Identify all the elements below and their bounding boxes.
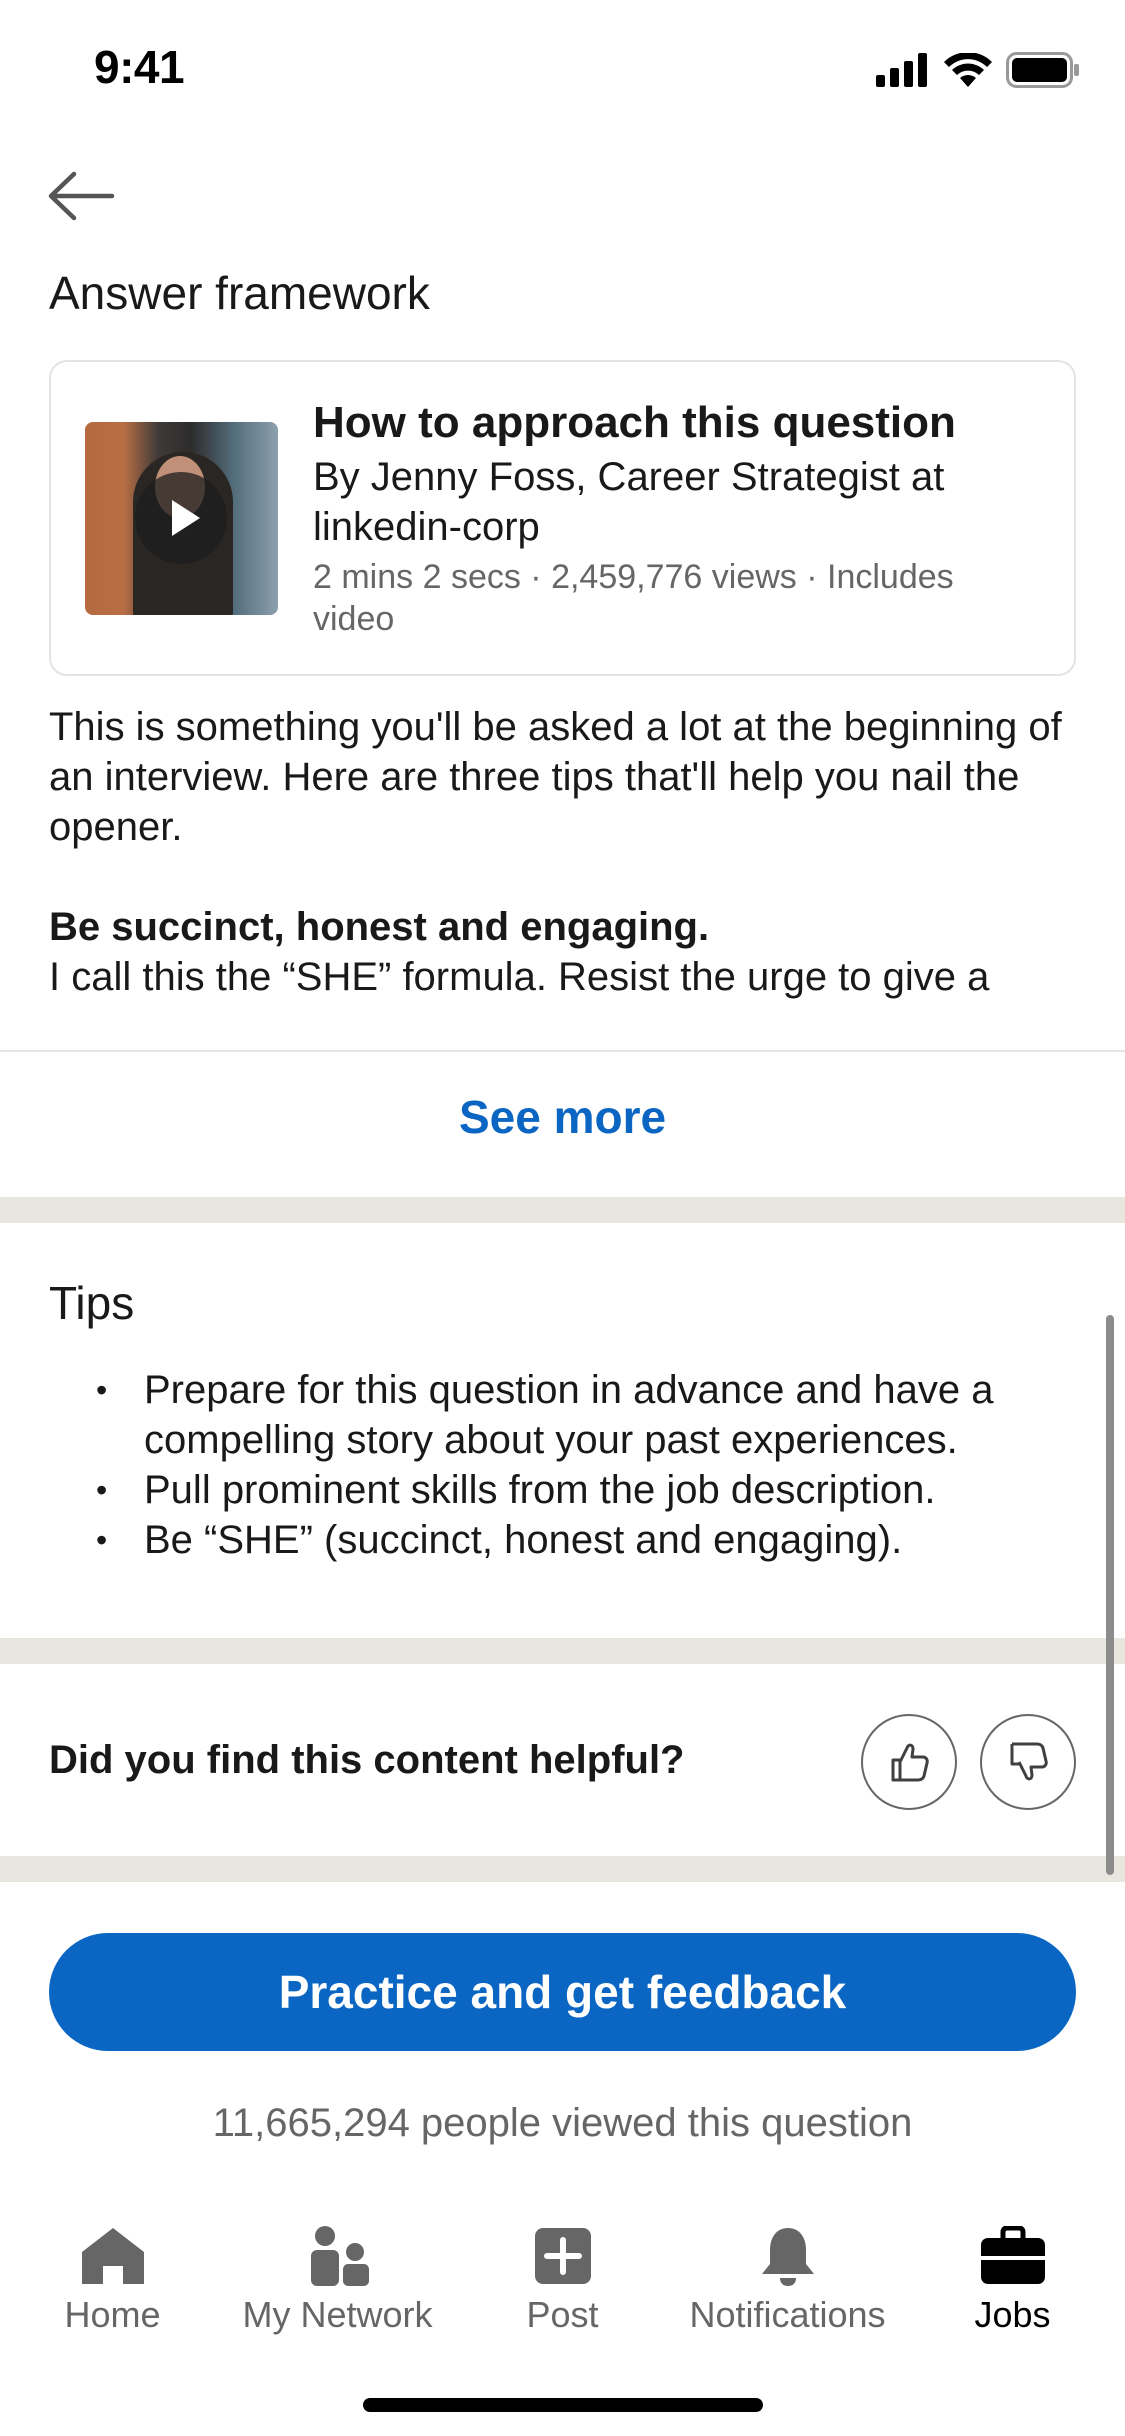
description-truncated: I call this the “SHE” formula. Resist th…	[49, 955, 990, 999]
thumbs-up-button[interactable]	[861, 1714, 957, 1810]
battery-icon	[1006, 52, 1079, 88]
tip-item: Pull prominent skills from the job descr…	[96, 1465, 1096, 1515]
post-icon	[523, 2216, 603, 2296]
wifi-icon	[944, 53, 992, 87]
scrollbar[interactable]	[1106, 1315, 1114, 1875]
video-thumbnail[interactable]	[85, 422, 278, 615]
thumbs-down-icon	[1010, 1742, 1048, 1781]
nav-label: Post	[526, 2294, 599, 2335]
status-icons	[876, 52, 1080, 88]
nav-my-network[interactable]: My Network	[225, 2196, 450, 2346]
tips-title: Tips	[49, 1277, 135, 1329]
nav-label: Home	[64, 2294, 161, 2335]
description-intro: This is something you'll be asked a lot …	[49, 705, 1062, 849]
nav-label: Notifications	[689, 2294, 886, 2335]
nav-jobs[interactable]: Jobs	[900, 2196, 1125, 2346]
tip-item: Be “SHE” (succinct, honest and engaging)…	[96, 1515, 1096, 1565]
status-bar: 9:41	[0, 0, 1125, 140]
status-time: 9:41	[94, 41, 185, 93]
my-network-icon	[298, 2216, 378, 2296]
arrow-left-icon	[48, 171, 115, 221]
helpful-question: Did you find this content helpful?	[49, 1738, 685, 1782]
bell-icon	[748, 2216, 828, 2296]
divider	[0, 1050, 1125, 1052]
tip-item: Prepare for this question in advance and…	[96, 1365, 1096, 1465]
thumbs-down-button[interactable]	[980, 1714, 1076, 1810]
view-count: 11,665,294 people viewed this question	[212, 2101, 913, 2145]
nav-notifications[interactable]: Notifications	[675, 2196, 900, 2346]
home-indicator	[363, 2398, 763, 2412]
briefcase-icon	[973, 2216, 1053, 2296]
tips-list: Prepare for this question in advance and…	[96, 1365, 1096, 1565]
see-more-link[interactable]: See more	[0, 1090, 1125, 1144]
play-icon[interactable]	[135, 472, 227, 564]
back-button[interactable]	[46, 166, 118, 226]
video-author: By Jenny Foss, Career Strategist at link…	[313, 455, 945, 549]
nav-post[interactable]: Post	[450, 2196, 675, 2346]
nav-label: My Network	[242, 2294, 433, 2335]
section-title: Answer framework	[49, 267, 430, 319]
section-separator	[0, 1638, 1125, 1664]
practice-button[interactable]: Practice and get feedback	[49, 1933, 1076, 2051]
nav-label: Jobs	[974, 2294, 1051, 2335]
section-separator	[0, 1197, 1125, 1223]
home-icon	[73, 2216, 153, 2296]
video-card[interactable]: How to approach this question By Jenny F…	[49, 360, 1076, 676]
cellular-signal-icon	[876, 53, 927, 87]
thumbs-up-icon	[891, 1743, 929, 1782]
video-title: How to approach this question	[313, 398, 956, 447]
video-meta: 2 mins 2 secs · 2,459,776 views · Includ…	[313, 558, 954, 638]
description-heading: Be succinct, honest and engaging.	[49, 905, 710, 949]
nav-home[interactable]: Home	[0, 2196, 225, 2346]
section-separator	[0, 1856, 1125, 1882]
